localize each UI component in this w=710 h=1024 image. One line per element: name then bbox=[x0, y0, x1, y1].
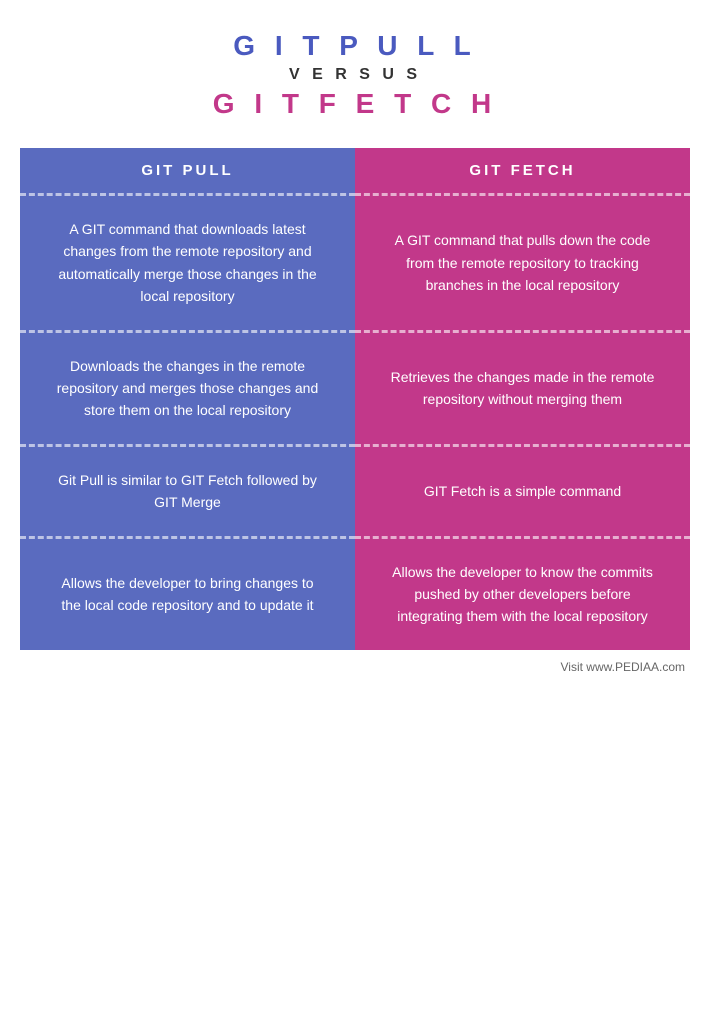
row-1-pull-cell: Downloads the changes in the remote repo… bbox=[20, 331, 355, 445]
header-git-fetch: GIT FETCH bbox=[355, 148, 690, 195]
row-0-pull-cell: A GIT command that downloads latest chan… bbox=[20, 195, 355, 332]
title-versus: V E R S U S bbox=[213, 66, 497, 84]
row-2-fetch-cell: GIT Fetch is a simple command bbox=[355, 445, 690, 537]
row-2-pull-cell: Git Pull is similar to GIT Fetch followe… bbox=[20, 445, 355, 537]
row-0-fetch-cell: A GIT command that pulls down the code f… bbox=[355, 195, 690, 332]
row-1-fetch-cell: Retrieves the changes made in the remote… bbox=[355, 331, 690, 445]
comparison-table: GIT PULL GIT FETCH A GIT command that do… bbox=[20, 148, 690, 650]
table-row: Git Pull is similar to GIT Fetch followe… bbox=[20, 445, 690, 537]
row-3-pull-cell: Allows the developer to bring changes to… bbox=[20, 537, 355, 650]
title-git-pull: G I T P U L L bbox=[213, 30, 497, 62]
title-git-fetch: G I T F E T C H bbox=[213, 88, 497, 120]
title-section: G I T P U L L V E R S U S G I T F E T C … bbox=[213, 30, 497, 120]
row-3-fetch-cell: Allows the developer to know the commits… bbox=[355, 537, 690, 650]
table-row: Allows the developer to bring changes to… bbox=[20, 537, 690, 650]
table-row: A GIT command that downloads latest chan… bbox=[20, 195, 690, 332]
table-row: Downloads the changes in the remote repo… bbox=[20, 331, 690, 445]
header-git-pull: GIT PULL bbox=[20, 148, 355, 195]
footer-note: Visit www.PEDIAA.com bbox=[20, 660, 690, 674]
